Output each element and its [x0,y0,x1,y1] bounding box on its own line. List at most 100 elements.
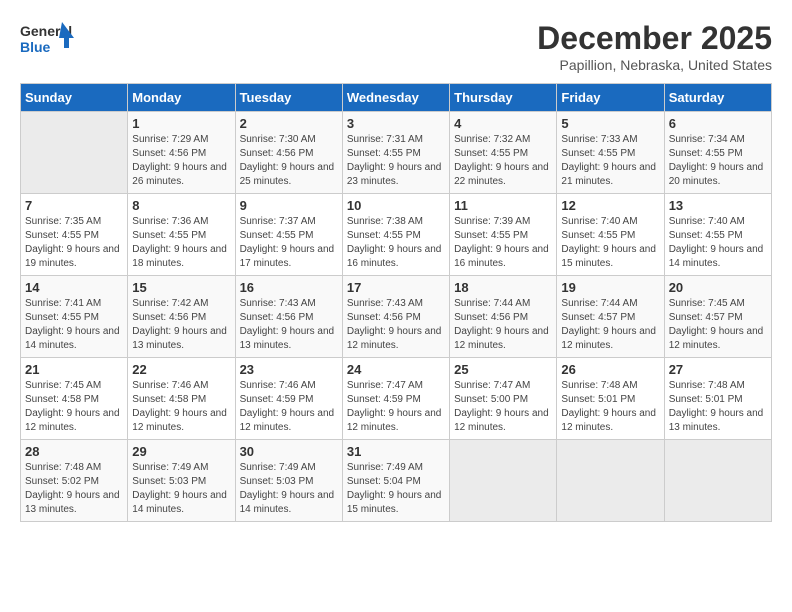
day-number: 29 [132,444,230,459]
calendar-cell: 19 Sunrise: 7:44 AMSunset: 4:57 PMDayligh… [557,276,664,358]
calendar-week-row: 7Sunrise: 7:35 AMSunset: 4:55 PMDaylight… [21,194,772,276]
day-number: 3 [347,116,445,131]
calendar-cell: 11Sunrise: 7:39 AMSunset: 4:55 PMDayligh… [450,194,557,276]
day-info: Sunrise: 7:33 AMSunset: 4:55 PMDaylight:… [561,133,659,189]
day-info: Sunrise: 7:48 AMSunset: 5:01 PMDaylight:… [669,379,767,435]
calendar-cell: 31 Sunrise: 7:49 AMSunset: 5:04 PMDayligh… [342,440,449,522]
day-info: Sunrise: 7:47 AMSunset: 4:59 PMDaylight:… [347,379,445,435]
page-header: GeneralBlue December 2025 Papillion, Neb… [20,20,772,73]
day-info: Sunrise: 7:40 AMSunset: 4:55 PMDaylight:… [561,215,659,271]
calendar-cell: 27 Sunrise: 7:48 AMSunset: 5:01 PMDayligh… [664,358,771,440]
day-number: 19 [561,280,659,295]
day-info: Sunrise: 7:44 AMSunset: 4:57 PMDaylight:… [561,297,659,353]
column-header-tuesday: Tuesday [235,84,342,112]
calendar-cell: 30Sunrise: 7:49 AMSunset: 5:03 PMDayligh… [235,440,342,522]
calendar-cell: 23Sunrise: 7:46 AMSunset: 4:59 PMDayligh… [235,358,342,440]
day-number: 20 [669,280,767,295]
day-number: 5 [561,116,659,131]
calendar-cell: 3 Sunrise: 7:31 AMSunset: 4:55 PMDaylight… [342,112,449,194]
column-header-wednesday: Wednesday [342,84,449,112]
calendar-week-row: 28 Sunrise: 7:48 AMSunset: 5:02 PMDayligh… [21,440,772,522]
day-number: 28 [25,444,123,459]
day-number: 13 [669,198,767,213]
day-number: 8 [132,198,230,213]
calendar-cell: 20 Sunrise: 7:45 AMSunset: 4:57 PMDayligh… [664,276,771,358]
day-info: Sunrise: 7:49 AMSunset: 5:04 PMDaylight:… [347,461,445,517]
day-number: 1 [132,116,230,131]
calendar-cell: 10 Sunrise: 7:38 AMSunset: 4:55 PMDayligh… [342,194,449,276]
calendar-cell: 18 Sunrise: 7:44 AMSunset: 4:56 PMDayligh… [450,276,557,358]
day-number: 31 [347,444,445,459]
column-header-monday: Monday [128,84,235,112]
day-info: Sunrise: 7:34 AMSunset: 4:55 PMDaylight:… [669,133,767,189]
calendar-cell [557,440,664,522]
day-info: Sunrise: 7:38 AMSunset: 4:55 PMDaylight:… [347,215,445,271]
day-number: 25 [454,362,552,377]
page-subtitle: Papillion, Nebraska, United States [537,57,772,73]
calendar-cell: 21Sunrise: 7:45 AMSunset: 4:58 PMDayligh… [21,358,128,440]
day-info: Sunrise: 7:47 AMSunset: 5:00 PMDaylight:… [454,379,552,435]
calendar-cell: 2 Sunrise: 7:30 AMSunset: 4:56 PMDaylight… [235,112,342,194]
calendar-table: SundayMondayTuesdayWednesdayThursdayFrid… [20,83,772,522]
calendar-cell: 14 Sunrise: 7:41 AMSunset: 4:55 PMDayligh… [21,276,128,358]
calendar-cell: 1 Sunrise: 7:29 AMSunset: 4:56 PMDaylight… [128,112,235,194]
day-number: 15 [132,280,230,295]
day-number: 22 [132,362,230,377]
day-info: Sunrise: 7:46 AMSunset: 4:58 PMDaylight:… [132,379,230,435]
day-number: 18 [454,280,552,295]
day-info: Sunrise: 7:31 AMSunset: 4:55 PMDaylight:… [347,133,445,189]
day-number: 2 [240,116,338,131]
day-info: Sunrise: 7:43 AMSunset: 4:56 PMDaylight:… [347,297,445,353]
calendar-week-row: 1 Sunrise: 7:29 AMSunset: 4:56 PMDaylight… [21,112,772,194]
day-info: Sunrise: 7:39 AMSunset: 4:55 PMDaylight:… [454,215,552,271]
day-info: Sunrise: 7:45 AMSunset: 4:57 PMDaylight:… [669,297,767,353]
day-info: Sunrise: 7:30 AMSunset: 4:56 PMDaylight:… [240,133,338,189]
day-info: Sunrise: 7:40 AMSunset: 4:55 PMDaylight:… [669,215,767,271]
day-number: 27 [669,362,767,377]
calendar-cell: 26Sunrise: 7:48 AMSunset: 5:01 PMDayligh… [557,358,664,440]
column-header-thursday: Thursday [450,84,557,112]
day-info: Sunrise: 7:44 AMSunset: 4:56 PMDaylight:… [454,297,552,353]
calendar-cell: 25 Sunrise: 7:47 AMSunset: 5:00 PMDayligh… [450,358,557,440]
day-number: 9 [240,198,338,213]
title-area: December 2025 Papillion, Nebraska, Unite… [537,20,772,73]
calendar-cell: 16Sunrise: 7:43 AMSunset: 4:56 PMDayligh… [235,276,342,358]
calendar-cell: 6Sunrise: 7:34 AMSunset: 4:55 PMDaylight… [664,112,771,194]
day-number: 12 [561,198,659,213]
day-info: Sunrise: 7:48 AMSunset: 5:01 PMDaylight:… [561,379,659,435]
column-header-friday: Friday [557,84,664,112]
day-info: Sunrise: 7:46 AMSunset: 4:59 PMDaylight:… [240,379,338,435]
day-number: 4 [454,116,552,131]
calendar-cell: 22 Sunrise: 7:46 AMSunset: 4:58 PMDayligh… [128,358,235,440]
day-info: Sunrise: 7:36 AMSunset: 4:55 PMDaylight:… [132,215,230,271]
logo-icon: GeneralBlue [20,20,75,60]
calendar-cell: 5 Sunrise: 7:33 AMSunset: 4:55 PMDaylight… [557,112,664,194]
day-number: 24 [347,362,445,377]
calendar-week-row: 21Sunrise: 7:45 AMSunset: 4:58 PMDayligh… [21,358,772,440]
day-info: Sunrise: 7:49 AMSunset: 5:03 PMDaylight:… [132,461,230,517]
day-info: Sunrise: 7:43 AMSunset: 4:56 PMDaylight:… [240,297,338,353]
day-info: Sunrise: 7:42 AMSunset: 4:56 PMDaylight:… [132,297,230,353]
svg-text:Blue: Blue [20,39,51,55]
calendar-cell [450,440,557,522]
calendar-cell: 4 Sunrise: 7:32 AMSunset: 4:55 PMDaylight… [450,112,557,194]
day-info: Sunrise: 7:29 AMSunset: 4:56 PMDaylight:… [132,133,230,189]
day-info: Sunrise: 7:41 AMSunset: 4:55 PMDaylight:… [25,297,123,353]
day-number: 10 [347,198,445,213]
calendar-cell: 12 Sunrise: 7:40 AMSunset: 4:55 PMDayligh… [557,194,664,276]
calendar-cell: 13 Sunrise: 7:40 AMSunset: 4:55 PMDayligh… [664,194,771,276]
day-number: 17 [347,280,445,295]
day-number: 14 [25,280,123,295]
calendar-cell: 24 Sunrise: 7:47 AMSunset: 4:59 PMDayligh… [342,358,449,440]
day-number: 30 [240,444,338,459]
day-info: Sunrise: 7:48 AMSunset: 5:02 PMDaylight:… [25,461,123,517]
calendar-week-row: 14 Sunrise: 7:41 AMSunset: 4:55 PMDayligh… [21,276,772,358]
column-header-sunday: Sunday [21,84,128,112]
calendar-cell [664,440,771,522]
day-number: 7 [25,198,123,213]
day-info: Sunrise: 7:37 AMSunset: 4:55 PMDaylight:… [240,215,338,271]
calendar-cell: 9 Sunrise: 7:37 AMSunset: 4:55 PMDaylight… [235,194,342,276]
logo: GeneralBlue [20,20,75,60]
column-header-saturday: Saturday [664,84,771,112]
day-info: Sunrise: 7:32 AMSunset: 4:55 PMDaylight:… [454,133,552,189]
